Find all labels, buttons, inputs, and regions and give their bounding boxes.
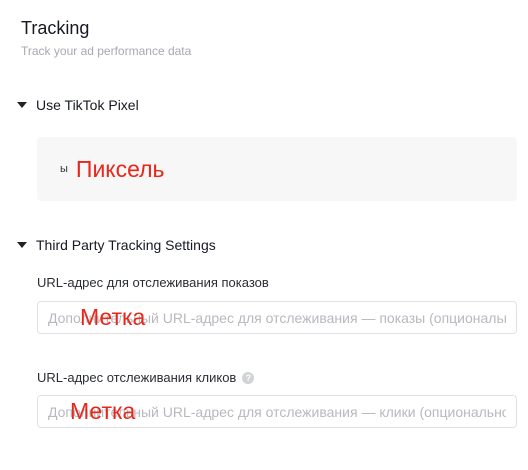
question-circle-icon[interactable]: ? (242, 371, 255, 384)
pixel-section-title: Use TikTok Pixel (36, 97, 139, 113)
click-url-label: URL-адрес отслеживания кликов ? (37, 370, 255, 385)
impression-url-input[interactable] (37, 301, 517, 334)
page-title: Tracking (21, 18, 90, 38)
click-url-label-text: URL-адрес отслеживания кликов (37, 370, 237, 385)
pixel-overlay-label: Пиксель (75, 155, 165, 182)
pixel-small-text: ы (60, 163, 68, 175)
pixel-selector[interactable]: ы Пиксель (37, 137, 517, 201)
impression-url-field: Метка (37, 301, 517, 334)
third-party-section-title: Third Party Tracking Settings (36, 237, 216, 253)
impression-url-label: URL-адрес для отслеживания показов (37, 275, 269, 290)
caret-down-icon (17, 242, 27, 248)
click-url-input[interactable] (37, 395, 517, 428)
page-subtitle: Track your ad performance data (21, 44, 192, 58)
pixel-section-toggle[interactable]: Use TikTok Pixel (17, 97, 139, 113)
click-url-field: Метка (37, 395, 517, 428)
impression-url-label-text: URL-адрес для отслеживания показов (37, 275, 269, 290)
tracking-panel: Tracking Track your ad performance data … (0, 0, 528, 470)
caret-down-icon (17, 102, 27, 108)
third-party-section-toggle[interactable]: Third Party Tracking Settings (17, 237, 216, 253)
